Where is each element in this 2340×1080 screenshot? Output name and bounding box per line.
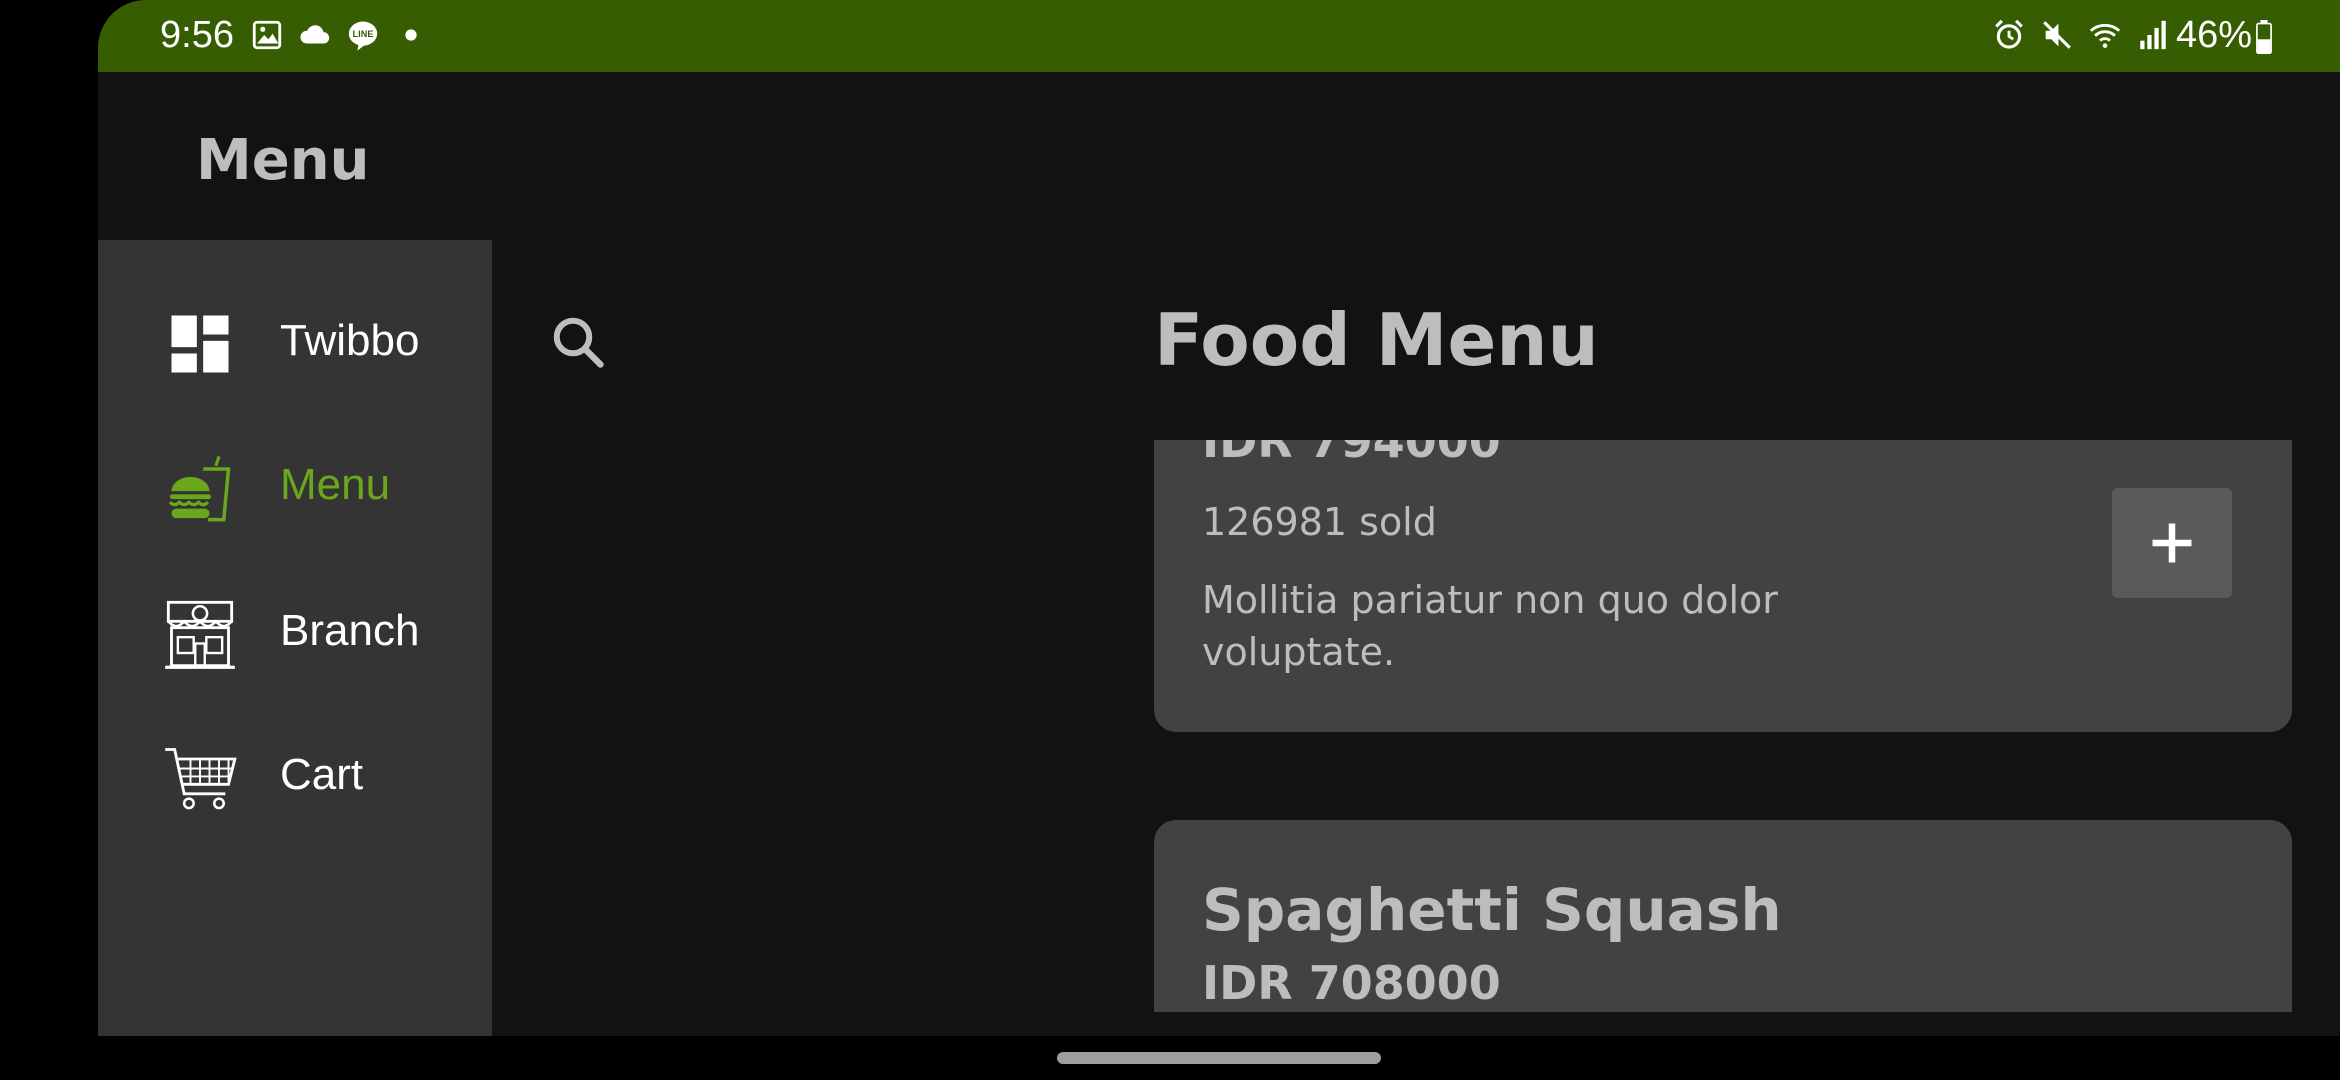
nav-item-twibbo[interactable]: Twibbo [98,282,492,392]
burger-drink-icon [168,455,231,522]
app-screen: 9:56 LINE 46% Menu Twibbo Menu Branch Ca… [98,0,2340,1036]
wifi-icon [2089,23,2121,48]
nav-item-branch[interactable]: Branch [98,572,492,682]
dot-icon [405,29,417,41]
card-price: IDR 708000 [1202,956,1501,1010]
menu-list[interactable]: IDR 794000 126981 sold Mollitia pariatur… [1154,440,2292,1012]
menu-card[interactable]: Spaghetti Squash IDR 708000 [1154,820,2292,1012]
signal-icon [2140,20,2166,50]
nav-item-cart[interactable]: Cart [98,716,492,826]
nav-label-menu: Menu [280,460,391,509]
card-description: Mollitia pariatur non quo dolor voluptat… [1202,578,1778,674]
add-to-cart-button[interactable] [2112,488,2232,598]
status-time: 9:56 [160,14,234,56]
card-price: IDR 794000 [1202,440,1501,468]
nav-label-cart: Cart [280,750,364,799]
plus-icon [2152,523,2192,563]
search-icon[interactable] [548,312,608,372]
mute-icon [2043,21,2071,49]
page-title: Food Menu [1154,298,1599,382]
battery-icon [2256,20,2272,54]
cloud-icon [300,25,330,44]
status-bar: 9:56 LINE 46% [98,0,2340,72]
app-bar-title: Menu [196,128,370,193]
status-right-icons [1992,18,2170,52]
battery-percent: 46% [2176,14,2253,56]
navigation-rail: Twibbo Menu Branch Cart [98,240,492,1036]
gesture-handle[interactable] [1057,1052,1381,1064]
image-icon [252,20,282,50]
cart-icon [165,748,237,810]
dashboard-icon [171,315,229,373]
nav-item-menu[interactable]: Menu [98,426,492,536]
nav-label-twibbo: Twibbo [280,316,420,365]
status-left-icons: LINE [250,18,428,52]
storefront-icon [165,600,235,669]
card-title: Spaghetti Squash [1202,876,1782,944]
alarm-icon [1995,19,2023,49]
nav-label-branch: Branch [280,606,420,655]
menu-card[interactable]: IDR 794000 126981 sold Mollitia pariatur… [1154,440,2292,732]
card-sold-count: 126981 sold [1202,500,1437,544]
line-icon: LINE [348,21,378,51]
line-badge-text: LINE [353,29,374,39]
